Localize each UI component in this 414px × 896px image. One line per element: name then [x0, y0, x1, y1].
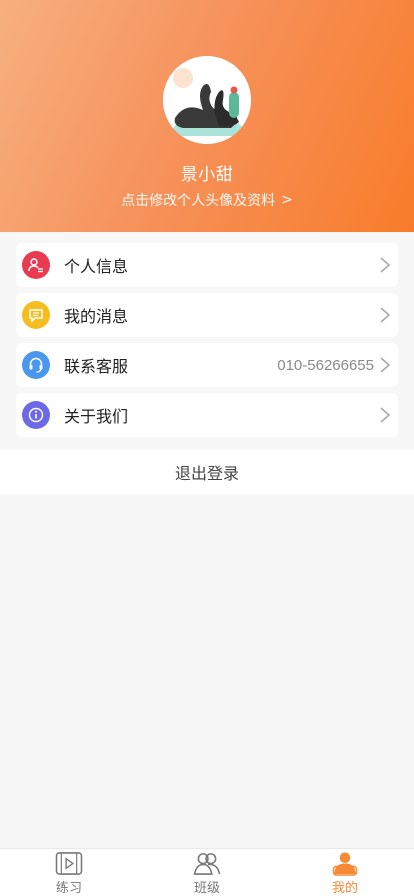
tab-practice[interactable]: 练习	[0, 849, 138, 896]
edit-profile-link[interactable]: 点击修改个人头像及资料 >	[0, 190, 414, 210]
menu-label: 我的消息	[64, 307, 129, 326]
chevron-right-icon	[380, 307, 391, 323]
message-bubble-icon	[22, 301, 50, 329]
edit-profile-label: 点击修改个人头像及资料	[121, 193, 276, 209]
menu-item-about-us[interactable]: 关于我们	[16, 393, 398, 437]
phone-number[interactable]: 010-56266655	[277, 357, 374, 374]
user-card-icon	[22, 251, 50, 279]
bottom-tab-bar: 练习 班级 我的	[0, 848, 414, 896]
tab-mine[interactable]: 我的	[276, 849, 414, 896]
group-class-icon	[193, 853, 221, 875]
headset-icon	[22, 351, 50, 379]
tab-label: 练习	[55, 881, 82, 896]
video-practice-icon	[55, 852, 83, 875]
menu-item-customer-service[interactable]: 联系客服 010-56266655	[16, 343, 398, 387]
menu-label: 个人信息	[64, 257, 129, 276]
avatar[interactable]	[163, 56, 251, 144]
chevron-right-icon	[380, 407, 391, 423]
menu-item-personal-info[interactable]: 个人信息	[16, 243, 398, 287]
chevron-right-icon: >	[281, 192, 293, 208]
tab-label: 班级	[193, 881, 220, 896]
logout-button[interactable]: 退出登录	[0, 450, 414, 494]
chevron-right-icon	[380, 357, 391, 373]
swan-avatar-image	[163, 56, 251, 144]
tab-label: 我的	[331, 881, 358, 896]
tab-class[interactable]: 班级	[138, 849, 276, 896]
chevron-right-icon	[380, 257, 391, 273]
menu-label: 联系客服	[64, 357, 129, 376]
person-profile-icon	[332, 852, 358, 876]
profile-header: 景小甜 点击修改个人头像及资料 >	[0, 0, 414, 232]
menu-item-messages[interactable]: 我的消息	[16, 293, 398, 337]
username: 景小甜	[180, 165, 234, 185]
menu-label: 关于我们	[64, 407, 129, 426]
info-icon	[22, 401, 50, 429]
